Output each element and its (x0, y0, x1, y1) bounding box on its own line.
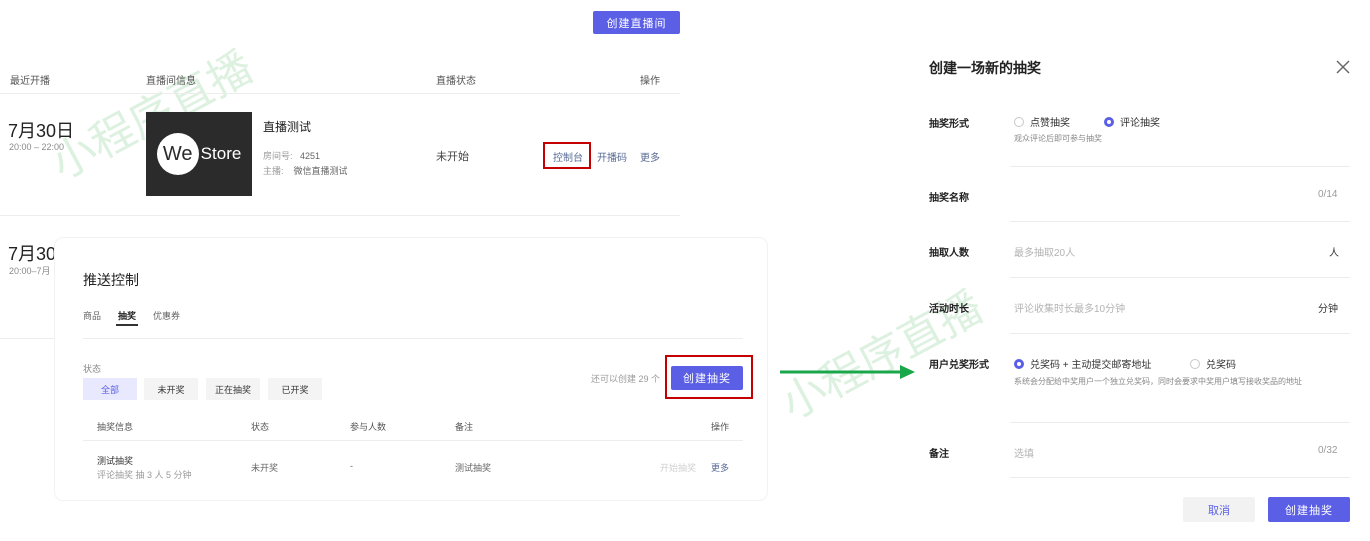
redeem-form-label: 用户兑奖形式 (929, 360, 989, 371)
submit-lottery-button[interactable]: 创建抽奖 (1268, 497, 1350, 522)
room-number: 房间号: 4251 (263, 151, 321, 161)
divider (0, 338, 60, 339)
header-ops: 操作 (640, 76, 660, 87)
remark-input[interactable]: 选填 (1014, 445, 1034, 460)
filter-drawing[interactable]: 正在抽奖 (206, 378, 260, 400)
name-char-count: 0/14 (1318, 189, 1338, 200)
radio-selected-icon (1014, 358, 1024, 369)
winner-unit: 人 (1329, 248, 1339, 259)
header-info: 直播间信息 (146, 76, 196, 87)
col-participants: 参与人数 (350, 422, 387, 432)
radio-icon (1190, 358, 1200, 369)
radio-redeem-code-address[interactable]: 兑奖码 + 主动提交邮寄地址 (1014, 356, 1151, 371)
live-cover-image: We Store (146, 112, 252, 196)
filter-drawn[interactable]: 已开奖 (268, 378, 322, 400)
row-date: 7月30 (8, 244, 57, 264)
filter-not-drawn[interactable]: 未开奖 (144, 378, 198, 400)
lottery-form-label: 抽奖形式 (929, 119, 969, 130)
console-link[interactable]: 控制台 (553, 149, 583, 164)
filter-all[interactable]: 全部 (83, 378, 137, 400)
form-help-text: 观众评论后即可参与抽奖 (1014, 134, 1102, 143)
lottery-name-label: 抽奖名称 (929, 193, 969, 204)
lottery-name-input[interactable] (1010, 182, 1300, 206)
lottery-more-link[interactable]: 更多 (711, 461, 729, 474)
row-time: 20:00 – 22:00 (9, 142, 65, 152)
tab-coupon[interactable]: 优惠券 (153, 309, 180, 322)
divider (1010, 221, 1350, 222)
col-status: 状态 (251, 422, 270, 432)
row-time: 20:00–7月 (9, 266, 51, 276)
remark-label: 备注 (929, 449, 949, 460)
host-name: 主播: 微信直播测试 (263, 166, 348, 176)
radio-like-lottery[interactable]: 点赞抽奖 (1014, 114, 1070, 129)
remaining-count-text: 还可以创建 29 个 (591, 374, 661, 384)
close-icon[interactable] (1335, 59, 1351, 75)
lottery-status: 未开奖 (251, 463, 279, 473)
col-lottery-info: 抽奖信息 (97, 422, 134, 432)
winner-count-input[interactable]: 最多抽取20人 (1014, 244, 1075, 259)
redeem-help-text: 系统会分配给中奖用户一个独立兑奖码，同时会要求中奖用户填写接收奖品的地址 (1014, 377, 1302, 386)
divider (1010, 333, 1350, 334)
divider (0, 215, 680, 216)
live-status: 未开始 (436, 151, 469, 163)
cancel-button[interactable]: 取消 (1183, 497, 1255, 522)
tab-active-indicator (116, 324, 138, 326)
radio-redeem-code[interactable]: 兑奖码 (1190, 356, 1236, 371)
status-label: 状态 (83, 364, 102, 374)
live-code-link[interactable]: 开播码 (597, 149, 627, 164)
tab-goods[interactable]: 商品 (83, 309, 101, 322)
create-lottery-button[interactable]: 创建抽奖 (671, 366, 743, 390)
divider (83, 440, 743, 441)
panel-title: 推送控制 (83, 272, 139, 288)
radio-selected-icon (1104, 116, 1114, 127)
duration-unit: 分钟 (1318, 304, 1338, 315)
live-title: 直播测试 (263, 120, 312, 134)
remark-char-count: 0/32 (1318, 445, 1338, 456)
divider (83, 338, 743, 339)
header-status: 直播状态 (436, 76, 476, 87)
winner-count-label: 抽取人数 (929, 248, 969, 259)
divider (1010, 277, 1350, 278)
radio-comment-lottery[interactable]: 评论抽奖 (1104, 114, 1160, 129)
lottery-remark: 测试抽奖 (455, 463, 492, 473)
tab-lottery[interactable]: 抽奖 (118, 309, 136, 322)
col-ops: 操作 (711, 422, 730, 432)
duration-label: 活动时长 (929, 304, 969, 315)
store-logo-text: Store (200, 144, 242, 163)
we-logo: We (156, 133, 199, 175)
lottery-desc: 评论抽奖 抽 3 人 5 分钟 (97, 470, 192, 480)
radio-icon (1014, 116, 1024, 127)
start-lottery-link[interactable]: 开始抽奖 (660, 461, 696, 474)
divider (1010, 422, 1350, 423)
divider (1010, 477, 1350, 478)
lottery-name: 测试抽奖 (97, 456, 134, 466)
create-live-room-button[interactable]: 创建直播间 (593, 11, 680, 34)
arrow-icon (780, 365, 915, 379)
col-remark: 备注 (455, 422, 474, 432)
duration-input[interactable]: 评论收集时长最多10分钟 (1014, 300, 1125, 315)
divider (1010, 166, 1350, 167)
divider (0, 93, 680, 94)
more-link[interactable]: 更多 (640, 149, 660, 164)
header-recent: 最近开播 (10, 76, 50, 87)
row-date: 7月30日 (8, 121, 75, 141)
watermark: 小程序直播 (773, 282, 991, 430)
lottery-participants: - (350, 461, 353, 471)
dialog-title: 创建一场新的抽奖 (929, 60, 1041, 76)
